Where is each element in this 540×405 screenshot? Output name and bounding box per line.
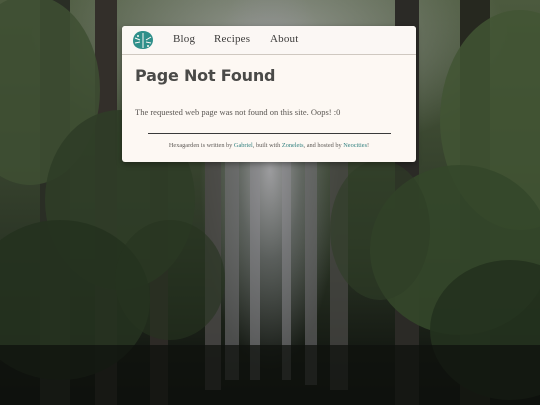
- author-link[interactable]: Gabriel: [234, 142, 253, 149]
- footer: Hexagarden is written by Gabriel, built …: [122, 142, 416, 149]
- navbar: Blog Recipes About: [122, 26, 416, 55]
- monstera-leaf-icon[interactable]: [132, 30, 154, 50]
- page-title: Page Not Found: [135, 66, 276, 85]
- footer-text: Hexagarden is written by: [168, 142, 234, 149]
- footer-text: , built with: [252, 142, 282, 149]
- footer-divider: [148, 133, 391, 134]
- footer-text: , and hosted by: [303, 142, 344, 149]
- not-found-message: The requested web page was not found on …: [135, 107, 341, 117]
- footer-text: !: [367, 142, 370, 149]
- zonelets-link[interactable]: Zonelets: [282, 142, 304, 149]
- nav-link-about[interactable]: About: [270, 33, 299, 45]
- nav-link-recipes[interactable]: Recipes: [214, 33, 250, 45]
- neocities-link[interactable]: Neocities: [343, 142, 367, 149]
- nav-link-blog[interactable]: Blog: [173, 33, 195, 45]
- content-card: Blog Recipes About Page Not Found The re…: [122, 26, 416, 162]
